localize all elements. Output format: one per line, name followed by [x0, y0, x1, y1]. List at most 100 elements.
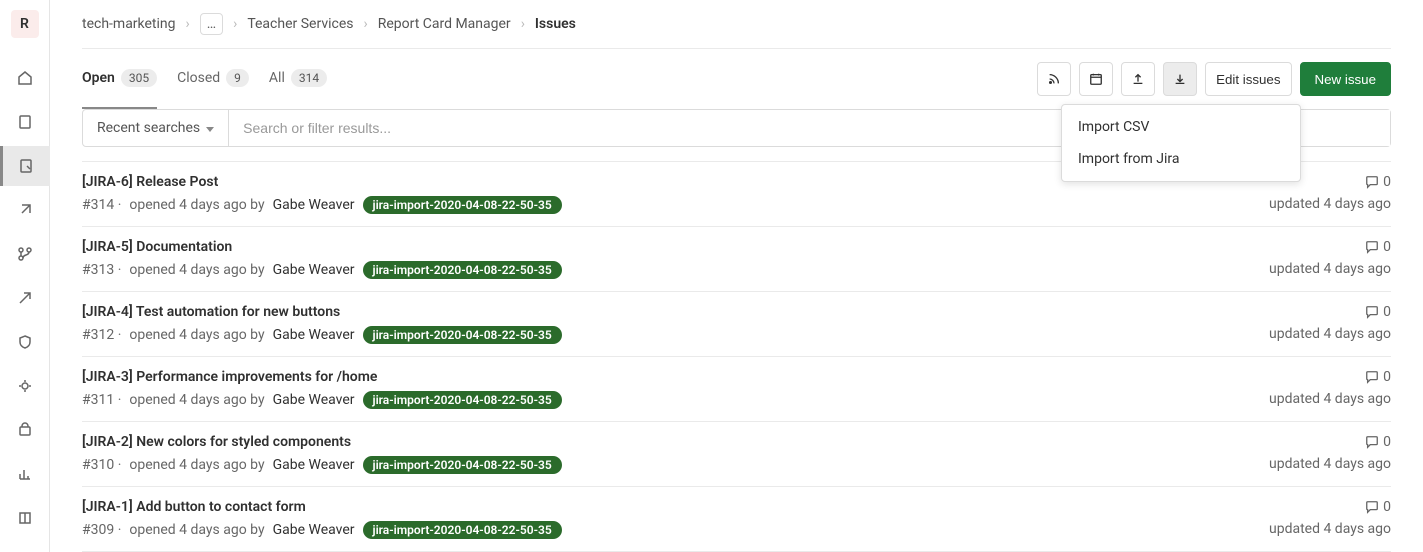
- issue-author[interactable]: Gabe Weaver: [273, 457, 355, 473]
- issue-tabs: Open 305 Closed 9 All 314: [82, 49, 327, 109]
- issue-updated: updated 4 days ago: [1269, 521, 1391, 537]
- issue-comments[interactable]: 0: [1365, 434, 1391, 450]
- recent-searches-dropdown[interactable]: Recent searches: [83, 110, 229, 146]
- comment-count: 0: [1383, 239, 1391, 255]
- issue-comments[interactable]: 0: [1365, 499, 1391, 515]
- comment-icon: [1365, 240, 1379, 254]
- nav-packages-icon[interactable]: [0, 410, 50, 450]
- nav-ci-icon[interactable]: [0, 278, 50, 318]
- nav-external-icon[interactable]: [0, 190, 50, 230]
- nav-home-icon[interactable]: [0, 58, 50, 98]
- tab-count: 9: [226, 69, 249, 87]
- issue-label[interactable]: jira-import-2020-04-08-22-50-35: [363, 391, 562, 409]
- nav-operations-icon[interactable]: [0, 366, 50, 406]
- chevron-right-icon: ›: [186, 16, 190, 32]
- breadcrumb: tech-marketing › … › Teacher Services › …: [82, 0, 1391, 48]
- project-avatar[interactable]: R: [11, 10, 39, 38]
- issue-ref: #311 ·: [82, 392, 121, 408]
- comment-count: 0: [1383, 499, 1391, 515]
- calendar-button[interactable]: [1079, 62, 1113, 96]
- issue-row: [JIRA-1] Add button to contact form #309 …: [82, 487, 1391, 552]
- issue-updated: updated 4 days ago: [1269, 261, 1391, 277]
- breadcrumb-more-button[interactable]: …: [200, 13, 223, 35]
- issue-label[interactable]: jira-import-2020-04-08-22-50-35: [363, 521, 562, 539]
- issue-updated: updated 4 days ago: [1269, 391, 1391, 407]
- issue-comments[interactable]: 0: [1365, 304, 1391, 320]
- issue-row: [JIRA-4] Test automation for new buttons…: [82, 292, 1391, 357]
- issue-ref: #309 ·: [82, 522, 121, 538]
- comment-icon: [1365, 175, 1379, 189]
- issue-ref: #313 ·: [82, 262, 121, 278]
- issue-ref: #310 ·: [82, 457, 121, 473]
- issue-opened: opened 4 days ago by: [129, 522, 264, 538]
- nav-wiki-icon[interactable]: [0, 498, 50, 538]
- issue-label[interactable]: jira-import-2020-04-08-22-50-35: [363, 456, 562, 474]
- issue-opened: opened 4 days ago by: [129, 197, 264, 213]
- new-issue-button[interactable]: New issue: [1300, 62, 1391, 96]
- issue-author[interactable]: Gabe Weaver: [273, 197, 355, 213]
- issue-title[interactable]: [JIRA-2] New colors for styled component…: [82, 434, 562, 450]
- issue-list: [JIRA-6] Release Post #314 · opened 4 days…: [82, 161, 1391, 552]
- issue-title[interactable]: [JIRA-4] Test automation for new buttons: [82, 304, 562, 320]
- download-icon: [1173, 72, 1187, 86]
- issue-updated: updated 4 days ago: [1269, 456, 1391, 472]
- chevron-right-icon: ›: [233, 16, 237, 32]
- import-dropdown: Import CSV Import from Jira: [1061, 104, 1301, 182]
- nav-issues-icon[interactable]: [0, 146, 50, 186]
- comment-count: 0: [1383, 304, 1391, 320]
- comment-count: 0: [1383, 174, 1391, 190]
- tab-open[interactable]: Open 305: [82, 49, 157, 109]
- issue-title[interactable]: [JIRA-3] Performance improvements for /h…: [82, 369, 562, 385]
- chevron-right-icon: ›: [364, 16, 368, 32]
- issue-author[interactable]: Gabe Weaver: [273, 522, 355, 538]
- breadcrumb-item[interactable]: tech-marketing: [82, 16, 176, 32]
- comment-icon: [1365, 500, 1379, 514]
- nav-security-icon[interactable]: [0, 322, 50, 362]
- issue-row: [JIRA-2] New colors for styled component…: [82, 422, 1391, 487]
- issue-label[interactable]: jira-import-2020-04-08-22-50-35: [363, 261, 562, 279]
- tab-label: Open: [82, 70, 115, 86]
- issue-author[interactable]: Gabe Weaver: [273, 327, 355, 343]
- issue-opened: opened 4 days ago by: [129, 457, 264, 473]
- tab-count: 314: [291, 69, 327, 87]
- nav-analytics-icon[interactable]: [0, 454, 50, 494]
- tab-label: Closed: [177, 70, 220, 86]
- chevron-right-icon: ›: [521, 16, 525, 32]
- export-button[interactable]: [1121, 62, 1155, 96]
- import-button[interactable]: [1163, 62, 1197, 96]
- issue-title[interactable]: [JIRA-6] Release Post: [82, 174, 562, 190]
- rss-icon: [1047, 72, 1061, 86]
- issue-row: [JIRA-5] Documentation#313 ·opened 4 day…: [82, 227, 1391, 292]
- issue-comments[interactable]: 0: [1365, 174, 1391, 190]
- tab-count: 305: [121, 69, 157, 87]
- nav-repo-icon[interactable]: [0, 102, 50, 142]
- comment-icon: [1365, 305, 1379, 319]
- issue-author[interactable]: Gabe Weaver: [273, 262, 355, 278]
- import-csv-item[interactable]: Import CSV: [1062, 111, 1300, 143]
- issue-label[interactable]: jira-import-2020-04-08-22-50-35: [363, 196, 562, 214]
- issue-row: [JIRA-3] Performance improvements for /h…: [82, 357, 1391, 422]
- import-jira-item[interactable]: Import from Jira: [1062, 143, 1300, 175]
- tab-all[interactable]: All 314: [269, 49, 327, 109]
- issue-label[interactable]: jira-import-2020-04-08-22-50-35: [363, 326, 562, 344]
- comment-icon: [1365, 435, 1379, 449]
- comment-count: 0: [1383, 434, 1391, 450]
- edit-issues-button[interactable]: Edit issues: [1205, 62, 1291, 96]
- issue-comments[interactable]: 0: [1365, 369, 1391, 385]
- issue-opened: opened 4 days ago by: [129, 327, 264, 343]
- breadcrumb-item[interactable]: Teacher Services: [247, 16, 353, 32]
- issue-ref: #314 ·: [82, 197, 121, 213]
- issue-title[interactable]: [JIRA-5] Documentation: [82, 239, 562, 255]
- issue-updated: updated 4 days ago: [1269, 196, 1391, 212]
- rss-button[interactable]: [1037, 62, 1071, 96]
- upload-icon: [1131, 72, 1145, 86]
- tab-label: All: [269, 70, 285, 86]
- calendar-icon: [1089, 72, 1103, 86]
- nav-merge-icon[interactable]: [0, 234, 50, 274]
- issue-comments[interactable]: 0: [1365, 239, 1391, 255]
- tab-closed[interactable]: Closed 9: [177, 49, 249, 109]
- issue-author[interactable]: Gabe Weaver: [273, 392, 355, 408]
- comment-count: 0: [1383, 369, 1391, 385]
- issue-title[interactable]: [JIRA-1] Add button to contact form: [82, 499, 562, 515]
- breadcrumb-item[interactable]: Report Card Manager: [378, 16, 511, 32]
